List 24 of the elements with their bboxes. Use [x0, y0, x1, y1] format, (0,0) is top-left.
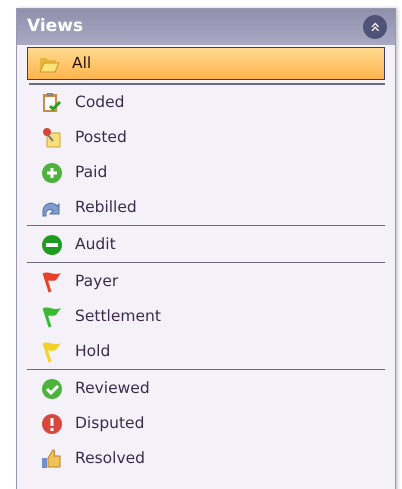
minus-circle-icon: [41, 234, 63, 256]
panel-title: Views: [27, 15, 84, 38]
flag-icon: [41, 340, 63, 362]
alert-icon: [41, 412, 63, 434]
view-item[interactable]: Paid: [27, 155, 385, 190]
view-item[interactable]: Hold: [27, 334, 385, 369]
check-circle-icon: [41, 378, 63, 400]
plus-circle-icon: [41, 162, 63, 184]
view-item[interactable]: All: [27, 47, 385, 80]
thumbs-up-icon: [41, 448, 63, 470]
view-item[interactable]: Settlement: [27, 299, 385, 334]
view-item[interactable]: Reviewed: [27, 371, 385, 406]
collapse-button[interactable]: «: [363, 15, 387, 39]
view-item[interactable]: Disputed: [27, 406, 385, 441]
flag-icon: [41, 306, 63, 328]
view-item[interactable]: Posted: [27, 120, 385, 155]
view-item[interactable]: Resolved: [27, 441, 385, 476]
view-item[interactable]: Rebilled: [27, 190, 385, 225]
view-item[interactable]: Coded: [27, 85, 385, 120]
clipboard-check-icon: [41, 92, 63, 114]
pin-icon: [41, 126, 63, 148]
view-item[interactable]: Audit: [27, 227, 385, 262]
flag-icon: [41, 270, 63, 292]
view-item[interactable]: Payer: [27, 264, 385, 299]
